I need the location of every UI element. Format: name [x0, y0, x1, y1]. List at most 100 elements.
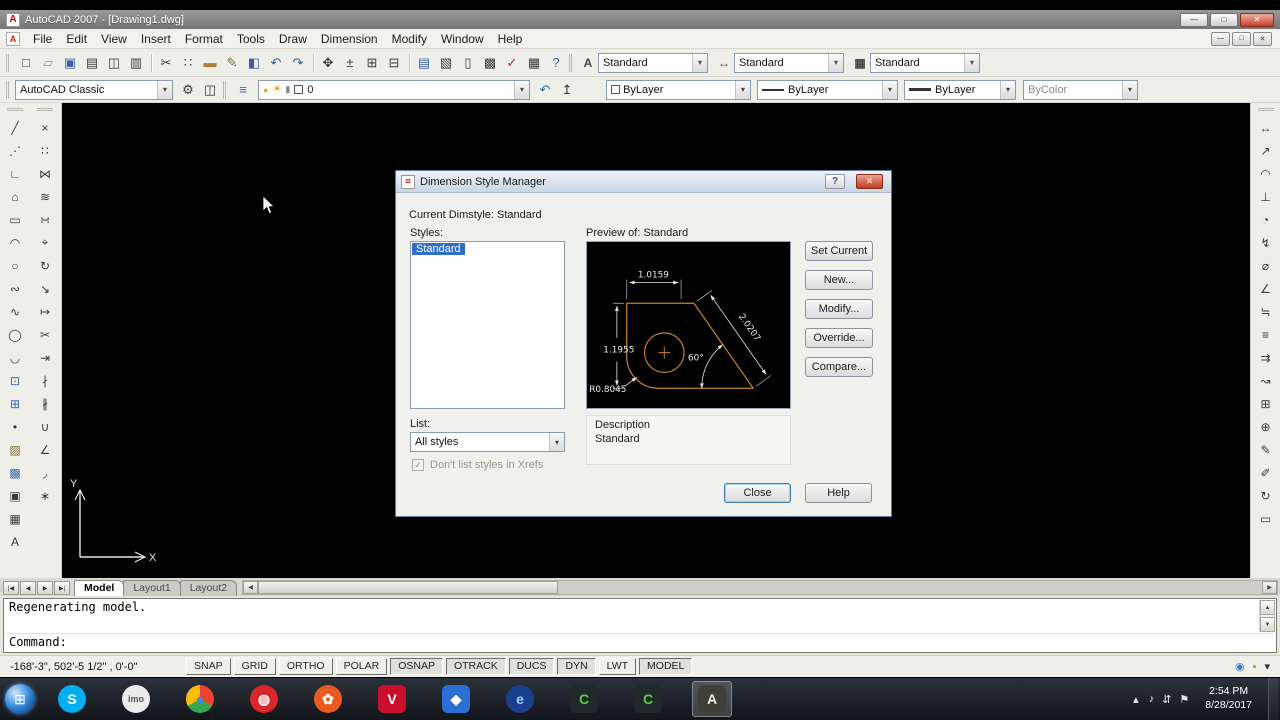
- jogged-icon[interactable]: ↯: [1255, 231, 1277, 254]
- revision-cloud-icon[interactable]: ∾: [4, 277, 26, 300]
- toggle-polar[interactable]: POLAR: [335, 658, 388, 675]
- multiline-text-icon[interactable]: A: [4, 530, 26, 553]
- compare-button[interactable]: Compare...: [805, 357, 873, 377]
- quick-dimension-icon[interactable]: ≒: [1255, 300, 1277, 323]
- zoom-window-icon[interactable]: ⊞: [361, 52, 383, 74]
- volume-icon[interactable]: ♪: [1149, 693, 1155, 706]
- xref-checkbox[interactable]: ✓: [412, 459, 424, 471]
- plotstyle-combo[interactable]: ByColor: [1023, 79, 1138, 100]
- menu-modify[interactable]: Modify: [385, 30, 434, 48]
- show-desktop-button[interactable]: [1268, 678, 1278, 720]
- dropdown-arrow-icon[interactable]: [1122, 80, 1137, 99]
- match-properties-icon[interactable]: ✎: [221, 52, 243, 74]
- linetype-combo[interactable]: ByLayer: [757, 79, 898, 100]
- hatch-icon[interactable]: ▨: [4, 438, 26, 461]
- dimension-edit-icon[interactable]: ✎: [1255, 438, 1277, 461]
- text-style-combo[interactable]: Standard: [598, 52, 708, 73]
- layer-properties-manager-icon[interactable]: ≡: [232, 79, 254, 101]
- plot-icon[interactable]: ▤: [81, 52, 103, 74]
- scale-icon[interactable]: ↘: [34, 277, 56, 300]
- skype-app[interactable]: S: [52, 681, 92, 717]
- prev-tab-button[interactable]: ◀: [20, 581, 36, 595]
- menu-file[interactable]: File: [26, 30, 59, 48]
- styles-listbox[interactable]: Standard: [410, 241, 565, 409]
- dropdown-arrow-icon[interactable]: [157, 80, 172, 99]
- rotate-icon[interactable]: ↻: [34, 254, 56, 277]
- publish-icon[interactable]: ▥: [125, 52, 147, 74]
- dimension-update-icon[interactable]: ↻: [1255, 484, 1277, 507]
- action-center-icon[interactable]: ⚑: [1179, 693, 1189, 706]
- extend-icon[interactable]: ⇥: [34, 346, 56, 369]
- aligned-dimension-icon[interactable]: ↗: [1255, 139, 1277, 162]
- command-line-regenerating-model[interactable]: Regenerating model.: [4, 599, 1276, 616]
- window-maximize-button[interactable]: □: [1210, 12, 1238, 27]
- array-icon[interactable]: ∺: [34, 208, 56, 231]
- coordinates-display[interactable]: -168'-3", 502'-5 1/2" , 0'-0": [6, 661, 178, 673]
- toggle-ortho[interactable]: ORTHO: [278, 658, 333, 675]
- toggle-dyn[interactable]: DYN: [557, 658, 596, 675]
- redo-icon[interactable]: ↷: [287, 52, 309, 74]
- tab-model[interactable]: Model: [74, 580, 125, 596]
- spline-icon[interactable]: ∿: [4, 300, 26, 323]
- communication-center-icon[interactable]: ◉: [1235, 660, 1245, 673]
- mdi-close-button[interactable]: ✕: [1253, 31, 1272, 46]
- toolbar-grip[interactable]: [6, 53, 11, 72]
- ordinate-icon[interactable]: ⊥: [1255, 185, 1277, 208]
- scroll-left-icon[interactable]: ◀: [243, 581, 259, 594]
- dialog-close-button[interactable]: ✕: [856, 174, 883, 189]
- list-filter-combo[interactable]: All styles: [410, 432, 565, 452]
- zoom-previous-icon[interactable]: ⊟: [383, 52, 405, 74]
- command-scrollbar[interactable]: ▲ ▼: [1259, 600, 1275, 632]
- dropdown-arrow-icon[interactable]: [735, 80, 750, 99]
- stretch-icon[interactable]: ↦: [34, 300, 56, 323]
- quick-leader-icon[interactable]: ↝: [1255, 369, 1277, 392]
- toggle-model[interactable]: MODEL: [639, 658, 693, 675]
- toolbar-grip[interactable]: [1257, 108, 1274, 112]
- scrollbar-track[interactable]: [258, 581, 1262, 594]
- menu-help[interactable]: Help: [491, 30, 530, 48]
- continue-dimension-icon[interactable]: ⇉: [1255, 346, 1277, 369]
- tolerance-icon[interactable]: ⊞: [1255, 392, 1277, 415]
- point-icon[interactable]: •: [4, 415, 26, 438]
- close-button[interactable]: Close: [724, 483, 791, 503]
- quickcalc-icon[interactable]: ▦: [523, 52, 545, 74]
- markup-set-manager-icon[interactable]: ✓: [501, 52, 523, 74]
- last-tab-button[interactable]: ▶|: [54, 581, 70, 595]
- arc-icon[interactable]: ◠: [4, 231, 26, 254]
- open-icon[interactable]: ▱: [37, 52, 59, 74]
- tab-layout2[interactable]: Layout2: [179, 580, 238, 596]
- save-icon[interactable]: ▣: [59, 52, 81, 74]
- erase-icon[interactable]: ×: [34, 116, 56, 139]
- dropdown-arrow-icon[interactable]: [828, 53, 843, 72]
- toggle-otrack[interactable]: OTRACK: [445, 658, 506, 675]
- override-button[interactable]: Override...: [805, 328, 873, 348]
- scroll-down-icon[interactable]: ▼: [1260, 617, 1275, 632]
- camtasia-app-1[interactable]: C: [564, 681, 604, 717]
- gradient-icon[interactable]: ▩: [4, 461, 26, 484]
- baseline-dimension-icon[interactable]: ≡: [1255, 323, 1277, 346]
- next-tab-button[interactable]: ▶: [37, 581, 53, 595]
- set-current-button[interactable]: Set Current: [805, 241, 873, 261]
- toolbar-grip[interactable]: [37, 108, 53, 112]
- break-icon[interactable]: ∦: [34, 392, 56, 415]
- orange-app[interactable]: ✿: [308, 681, 348, 717]
- layers-toolbar-grip[interactable]: [223, 80, 228, 99]
- paste-icon[interactable]: ▬: [199, 52, 221, 74]
- pan-realtime-icon[interactable]: ✥: [317, 52, 339, 74]
- table-icon[interactable]: ▦: [4, 507, 26, 530]
- toggle-snap[interactable]: SNAP: [186, 658, 231, 675]
- copy-clip-icon[interactable]: ∷: [177, 52, 199, 74]
- dropdown-arrow-icon[interactable]: [882, 80, 897, 99]
- help-icon[interactable]: ?: [545, 52, 567, 74]
- network-icon[interactable]: ⇵: [1162, 693, 1171, 706]
- zoom-realtime-icon[interactable]: ±: [339, 52, 361, 74]
- offset-icon[interactable]: ≋: [34, 185, 56, 208]
- rectangle-icon[interactable]: ▭: [4, 208, 26, 231]
- polygon-icon[interactable]: ⌂: [4, 185, 26, 208]
- copy-icon[interactable]: ∷: [34, 139, 56, 162]
- qnew-icon[interactable]: □: [15, 52, 37, 74]
- menu-window[interactable]: Window: [434, 30, 491, 48]
- sheet-set-manager-icon[interactable]: ▩: [479, 52, 501, 74]
- toggle-grid[interactable]: GRID: [233, 658, 276, 675]
- menu-draw[interactable]: Draw: [272, 30, 314, 48]
